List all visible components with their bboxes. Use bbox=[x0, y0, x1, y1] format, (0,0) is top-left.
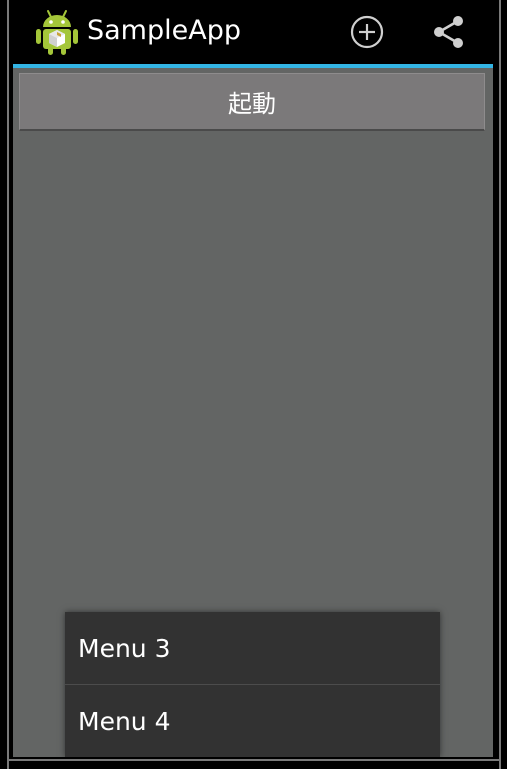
frame-border-left bbox=[7, 0, 9, 769]
add-icon bbox=[350, 15, 384, 49]
frame-border-right bbox=[499, 0, 501, 769]
frame-border-bottom bbox=[7, 759, 501, 761]
action-bar: SampleApp bbox=[13, 0, 493, 64]
share-button[interactable] bbox=[427, 10, 471, 54]
start-button[interactable]: 起動 bbox=[19, 73, 485, 131]
menu-item-4[interactable]: Menu 4 bbox=[65, 685, 440, 757]
popup-menu: Menu 3 Menu 4 bbox=[65, 612, 440, 757]
menu-item-3[interactable]: Menu 3 bbox=[65, 612, 440, 684]
device-frame: SampleApp 起動 Menu 3 Menu 4 bbox=[0, 0, 507, 769]
app-title: SampleApp bbox=[87, 15, 241, 46]
add-button[interactable] bbox=[345, 10, 389, 54]
android-robot-icon[interactable] bbox=[35, 8, 79, 56]
share-icon bbox=[434, 16, 463, 48]
